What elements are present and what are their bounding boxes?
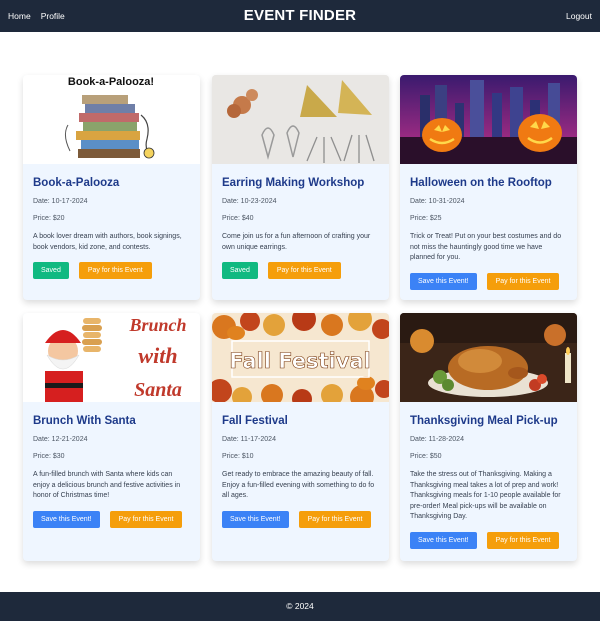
svg-text:with: with bbox=[138, 343, 177, 368]
event-date: Date: 10-31-2024 bbox=[410, 198, 465, 205]
event-title: Thanksgiving Meal Pick-up bbox=[410, 415, 558, 427]
event-price: Price: $10 bbox=[222, 453, 254, 460]
event-description: Come join us for a fun afternoon of craf… bbox=[222, 233, 371, 251]
nav-home-link[interactable]: Home bbox=[8, 11, 31, 21]
event-title: Halloween on the Rooftop bbox=[410, 177, 552, 189]
event-price: Price: $25 bbox=[410, 215, 442, 222]
saved-button[interactable]: Saved bbox=[33, 262, 69, 279]
pay-button[interactable]: Pay for this Event bbox=[109, 510, 183, 528]
event-date: Date: 12-21-2024 bbox=[33, 436, 88, 443]
event-description: A fun-filled brunch with Santa where kid… bbox=[33, 471, 181, 499]
pay-button[interactable]: Pay for this Event bbox=[298, 510, 372, 528]
event-title: Earring Making Workshop bbox=[222, 177, 365, 189]
nav-links: Home Profile bbox=[8, 0, 65, 32]
event-image-book-stack: Book-a-Palooza! bbox=[23, 75, 200, 164]
event-card: Halloween on the Rooftop Date: 10-31-202… bbox=[400, 75, 577, 300]
event-title: Book-a-Palooza bbox=[33, 177, 120, 189]
event-date: Date: 10-23-2024 bbox=[222, 198, 277, 205]
logout-link[interactable]: Logout bbox=[566, 11, 592, 21]
pay-button[interactable]: Pay for this Event bbox=[78, 262, 152, 279]
event-price: Price: $20 bbox=[33, 215, 65, 222]
nav-profile-link[interactable]: Profile bbox=[41, 11, 65, 21]
save-event-button[interactable]: Save this Event! bbox=[33, 510, 100, 528]
save-event-button[interactable]: Save this Event! bbox=[410, 272, 477, 290]
event-price: Price: $40 bbox=[222, 215, 254, 222]
pay-button[interactable]: Pay for this Event bbox=[267, 262, 341, 279]
event-image-fall-festival: Fall Festival bbox=[212, 313, 389, 402]
svg-text:Brunch: Brunch bbox=[128, 315, 186, 335]
image-caption: Book-a-Palooza! bbox=[68, 76, 154, 88]
event-date: Date: 11-28-2024 bbox=[410, 436, 464, 443]
event-description: Take the stress out of Thanksgiving. Mak… bbox=[410, 471, 561, 520]
brand-title: EVENT FINDER bbox=[243, 7, 357, 24]
event-card: Earring Making Workshop Date: 10-23-2024… bbox=[212, 75, 389, 300]
svg-text:Santa: Santa bbox=[134, 379, 182, 401]
event-title: Fall Festival bbox=[222, 415, 288, 427]
event-image-earrings bbox=[212, 75, 389, 164]
event-date: Date: 10-17-2024 bbox=[33, 198, 88, 205]
pay-button[interactable]: Pay for this Event bbox=[486, 272, 560, 290]
event-image-halloween-rooftop bbox=[400, 75, 577, 164]
pay-button[interactable]: Pay for this Event bbox=[486, 531, 560, 549]
event-card: Fall Festival Fall Festival Date: 11-17-… bbox=[212, 313, 389, 561]
event-card: Book-a-Palooza! Book-a-Palooza Date: 10-… bbox=[23, 75, 200, 300]
event-image-santa: Brunch with Santa bbox=[23, 313, 200, 402]
save-event-button[interactable]: Save this Event! bbox=[410, 531, 477, 549]
event-card: Brunch with Santa Brunch With Santa Date… bbox=[23, 313, 200, 561]
event-price: Price: $50 bbox=[410, 453, 442, 460]
event-image-thanksgiving-turkey bbox=[400, 313, 577, 402]
event-card: Thanksgiving Meal Pick-up Date: 11-28-20… bbox=[400, 313, 577, 561]
event-description: Trick or Treat! Put on your best costume… bbox=[410, 233, 562, 261]
saved-button[interactable]: Saved bbox=[222, 262, 258, 279]
footer-copyright: © 2024 bbox=[286, 601, 314, 611]
event-price: Price: $30 bbox=[33, 453, 65, 460]
event-description: A book lover dream with authors, book si… bbox=[33, 233, 182, 251]
image-caption: Fall Festival bbox=[229, 349, 371, 373]
save-event-button[interactable]: Save this Event! bbox=[222, 510, 289, 528]
event-description: Get ready to embrace the amazing beauty … bbox=[222, 471, 375, 499]
event-date: Date: 11-17-2024 bbox=[222, 436, 276, 443]
footer: © 2024 bbox=[0, 592, 600, 621]
event-title: Brunch With Santa bbox=[33, 415, 136, 427]
top-navbar: Home Profile EVENT FINDER Logout bbox=[0, 0, 600, 32]
